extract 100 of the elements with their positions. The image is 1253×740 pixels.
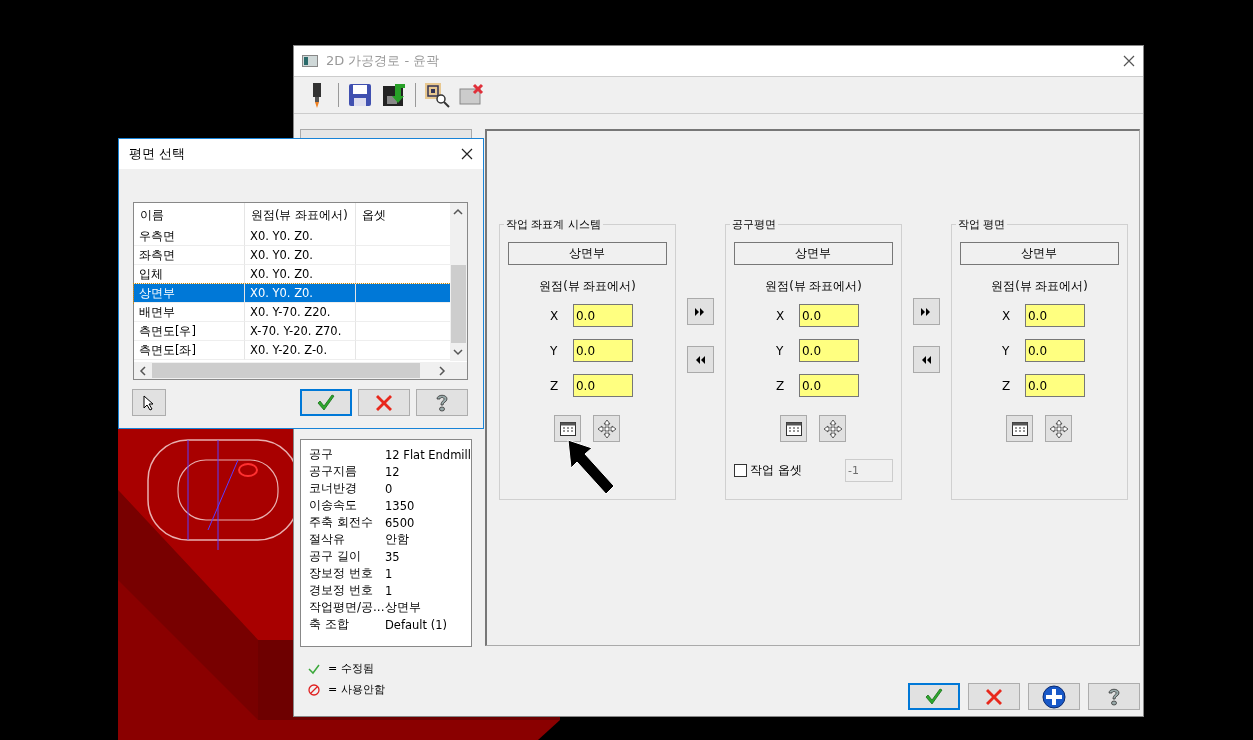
table-cell: X0. Y-20. Z-0. [245,341,356,360]
add-button[interactable] [1027,683,1080,710]
info-value: Default (1) [385,617,447,632]
info-label: 이송속도 [309,497,358,514]
check-icon [316,393,336,412]
info-label: 공구 [309,446,334,463]
plus-icon [1041,684,1066,709]
axis-label: X [775,308,786,323]
list-row[interactable]: 입체 X0. Y0. Z0. [134,265,451,284]
vertical-scrollbar[interactable] [450,203,467,361]
info-label: 장보정 번호 [309,565,374,582]
info-value: 35 [385,549,400,564]
coordinate-field[interactable]: 0.0 [798,339,859,362]
group-title: 작업 좌표계 시스템 [504,217,602,232]
info-label: 축 조합 [309,616,350,633]
info-value: 6500 [385,515,415,530]
scroll-up-icon[interactable] [453,207,463,217]
close-icon[interactable] [1123,55,1135,67]
save-arrow-icon[interactable] [381,82,407,108]
plane-search-icon[interactable] [424,82,450,108]
help-icon [1105,686,1122,707]
calculator-icon [1011,421,1028,436]
coordinate-field[interactable]: 0.0 [1024,304,1085,327]
info-label: 주축 회전수 [309,514,374,531]
move-icon [1048,418,1069,439]
window-title: 2D 가공경로 - 윤곽 [326,52,441,70]
group-title: 공구평면 [730,217,777,232]
save-icon[interactable] [347,82,373,108]
cursor-icon [143,394,155,411]
list-row[interactable]: 우측면 X0. Y0. Z0. [134,227,451,246]
info-value: 1 [385,583,393,598]
axis-label: Y [775,343,785,358]
info-value: 0 [385,481,393,496]
help-button[interactable] [416,389,468,416]
ok-button[interactable] [907,683,960,710]
coordinate-field[interactable]: 0.0 [1024,339,1085,362]
axis-label: Z [1001,378,1012,393]
plane-button[interactable]: 상면부 [733,242,893,265]
move-icon [822,418,843,439]
copy-forward-button[interactable] [686,298,714,325]
coordinate-field[interactable]: 0.0 [798,304,859,327]
info-label: 경보정 번호 [309,582,374,599]
prohibited-icon [308,683,320,696]
list-row[interactable]: 측면도[우] X-70. Y-20. Z70. [134,322,451,341]
horizontal-scrollbar[interactable] [134,362,467,379]
axis-label: X [1001,308,1012,323]
info-value: 12 [385,464,400,479]
help-icon [434,392,450,413]
dialog-title: 평면 선택 [129,145,187,163]
calculator-button[interactable] [780,415,808,442]
ok-button[interactable] [300,389,352,416]
axis-label: X [549,308,560,323]
scroll-left-icon[interactable] [138,366,148,376]
close-icon [984,687,1003,706]
copy-back-button[interactable] [912,346,940,373]
move-button[interactable] [1045,415,1073,442]
plane-button[interactable]: 상면부 [507,242,667,265]
copy-forward-button[interactable] [912,298,940,325]
plane-button[interactable]: 상면부 [959,242,1119,265]
list-row[interactable]: 배면부 X0. Y-70. Z20. [134,303,451,322]
coordinate-field[interactable]: 0.0 [572,374,633,397]
cancel-button[interactable] [967,683,1020,710]
cancel-button[interactable] [358,389,410,416]
check-icon [308,662,320,675]
origin-label: 원점(뷰 좌표에서) [765,279,862,294]
group-title: 작업 평면 [956,217,1007,232]
axis-label: Z [775,378,786,393]
move-button[interactable] [819,415,847,442]
back-icon [921,355,932,364]
axis-label: Y [1001,343,1011,358]
table-cell: 측면도[좌] [134,341,245,360]
scroll-down-icon[interactable] [453,347,463,357]
checkbox-label: 작업 옵셋 [749,462,803,479]
pick-button[interactable] [132,389,166,416]
calculator-button[interactable] [554,415,582,442]
move-button[interactable] [593,415,621,442]
coordinate-field[interactable]: 0.0 [572,339,633,362]
forward-icon [921,307,932,316]
help-button[interactable] [1087,683,1140,710]
move-icon [596,418,617,439]
window-delete-icon[interactable] [458,82,484,108]
list-row[interactable]: 좌측면 X0. Y0. Z0. [134,246,451,265]
coordinate-field[interactable]: 0.0 [798,374,859,397]
origin-label: 원점(뷰 좌표에서) [539,279,636,294]
info-value: 1 [385,566,393,581]
list-row[interactable]: 상면부 X0. Y0. Z0. [134,284,451,303]
coordinate-field[interactable]: 0.0 [1024,374,1085,397]
list-row[interactable]: 측면도[좌] X0. Y-20. Z-0. [134,341,451,360]
info-label: 절삭유 [309,531,346,548]
scroll-right-icon[interactable] [437,366,447,376]
calculator-button[interactable] [1006,415,1034,442]
info-label: 공구지름 [309,463,358,480]
calculator-icon [559,421,576,436]
info-label: 코너반경 [309,480,358,497]
axis-label: Y [549,343,559,358]
coordinate-field[interactable]: 0.0 [572,304,633,327]
legend-label: = 수정됨 [328,661,374,676]
info-label: 공구 길이 [309,548,362,565]
copy-back-button[interactable] [686,346,714,373]
close-icon[interactable] [461,148,473,160]
